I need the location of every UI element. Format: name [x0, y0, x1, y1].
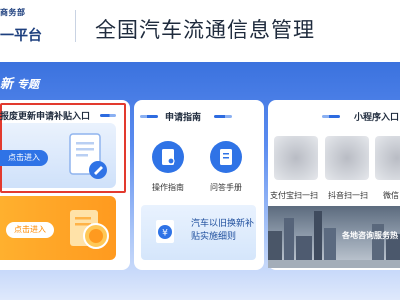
guide-title: 申请指南	[165, 113, 202, 123]
douyin-label: 抖音扫一扫	[328, 191, 368, 200]
manual-glyph-icon	[220, 149, 232, 165]
document-icon	[69, 133, 107, 179]
manual-icon[interactable]	[210, 141, 242, 173]
douyin-qr-image	[325, 136, 369, 180]
alipay-label: 支付宝扫一扫	[270, 191, 318, 200]
guide-glyph-icon	[162, 149, 175, 165]
wechat-label: 微信	[383, 191, 399, 200]
header-divider	[75, 10, 76, 42]
enter-button-blue[interactable]: 点击进入	[0, 150, 48, 166]
enter-button-orange[interactable]: 点击进入	[6, 222, 54, 238]
platform-label: 一平台	[0, 28, 42, 44]
wechat-qr-image	[375, 136, 400, 180]
site-header: 商务部 一平台 全国汽车流通信息管理	[0, 0, 400, 62]
miniprogram-title: 小程序入口	[354, 113, 400, 123]
subsidy-entry-title: 报废更新申请补贴入口	[0, 112, 91, 122]
title-decoration	[100, 114, 116, 117]
alipay-qr-image	[274, 136, 318, 180]
guide-icon[interactable]	[152, 141, 184, 173]
rules-text: 汽车以旧换新补贴实施细则	[191, 219, 255, 242]
guide-label[interactable]: 操作指南	[152, 182, 184, 193]
mini-title-deco-left	[322, 115, 340, 118]
banner-title-part2: 专题	[17, 78, 40, 91]
guide-title-deco-left	[140, 115, 158, 118]
page: 商务部 一平台 全国汽车流通信息管理 新专题 报废更新申请补贴入口 点击进入 点…	[0, 0, 400, 300]
manual-label[interactable]: 问答手册	[210, 182, 242, 193]
banner-title-part1: 新	[0, 77, 14, 92]
banner-title: 新专题	[0, 73, 39, 92]
page-title: 全国汽车流通信息管理	[95, 18, 315, 42]
svg-text:¥: ¥	[162, 229, 168, 239]
ministry-label: 商务部	[0, 8, 26, 17]
service-hotline-caption: 各地咨询服务热	[342, 231, 398, 240]
coin-icon	[70, 210, 109, 249]
rules-icon: ¥	[156, 220, 174, 243]
guide-title-deco-right	[214, 115, 232, 118]
